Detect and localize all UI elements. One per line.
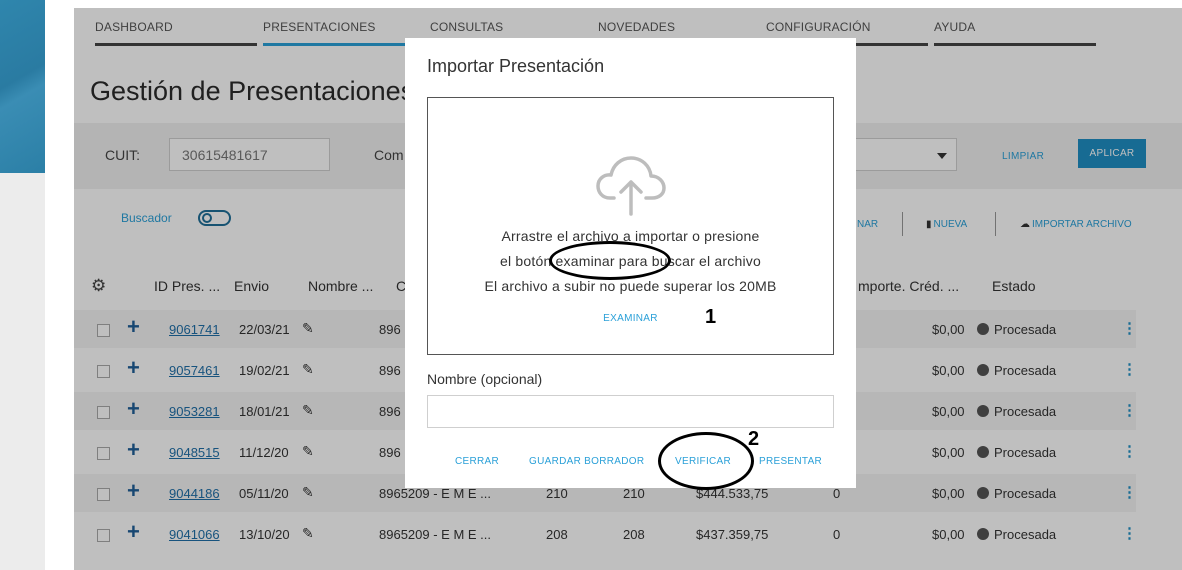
cerrar-button[interactable]: CERRAR [455, 456, 499, 467]
annotation-ellipse-2 [658, 432, 754, 490]
annotation-ellipse-1 [549, 241, 671, 280]
cloud-upload-icon [596, 156, 666, 216]
annotation-marker-2: 2 [748, 428, 760, 450]
file-dropzone[interactable]: Arrastre el archivo a importar o presion… [427, 97, 834, 355]
modal-title: Importar Presentación [427, 56, 605, 76]
dropzone-text-line3: El archivo a subir no puede superar los … [484, 278, 777, 294]
nombre-label: Nombre (opcional) [427, 371, 543, 387]
guardar-borrador-button[interactable]: GUARDAR BORRADOR [529, 456, 644, 467]
import-modal: Importar Presentación Arrastre el archiv… [405, 38, 856, 490]
examinar-button[interactable]: EXAMINAR [428, 313, 833, 324]
nombre-input[interactable] [427, 395, 834, 428]
brand-panel [0, 0, 45, 173]
presentar-button[interactable]: PRESENTAR [759, 456, 822, 467]
annotation-marker-1: 1 [705, 306, 717, 328]
